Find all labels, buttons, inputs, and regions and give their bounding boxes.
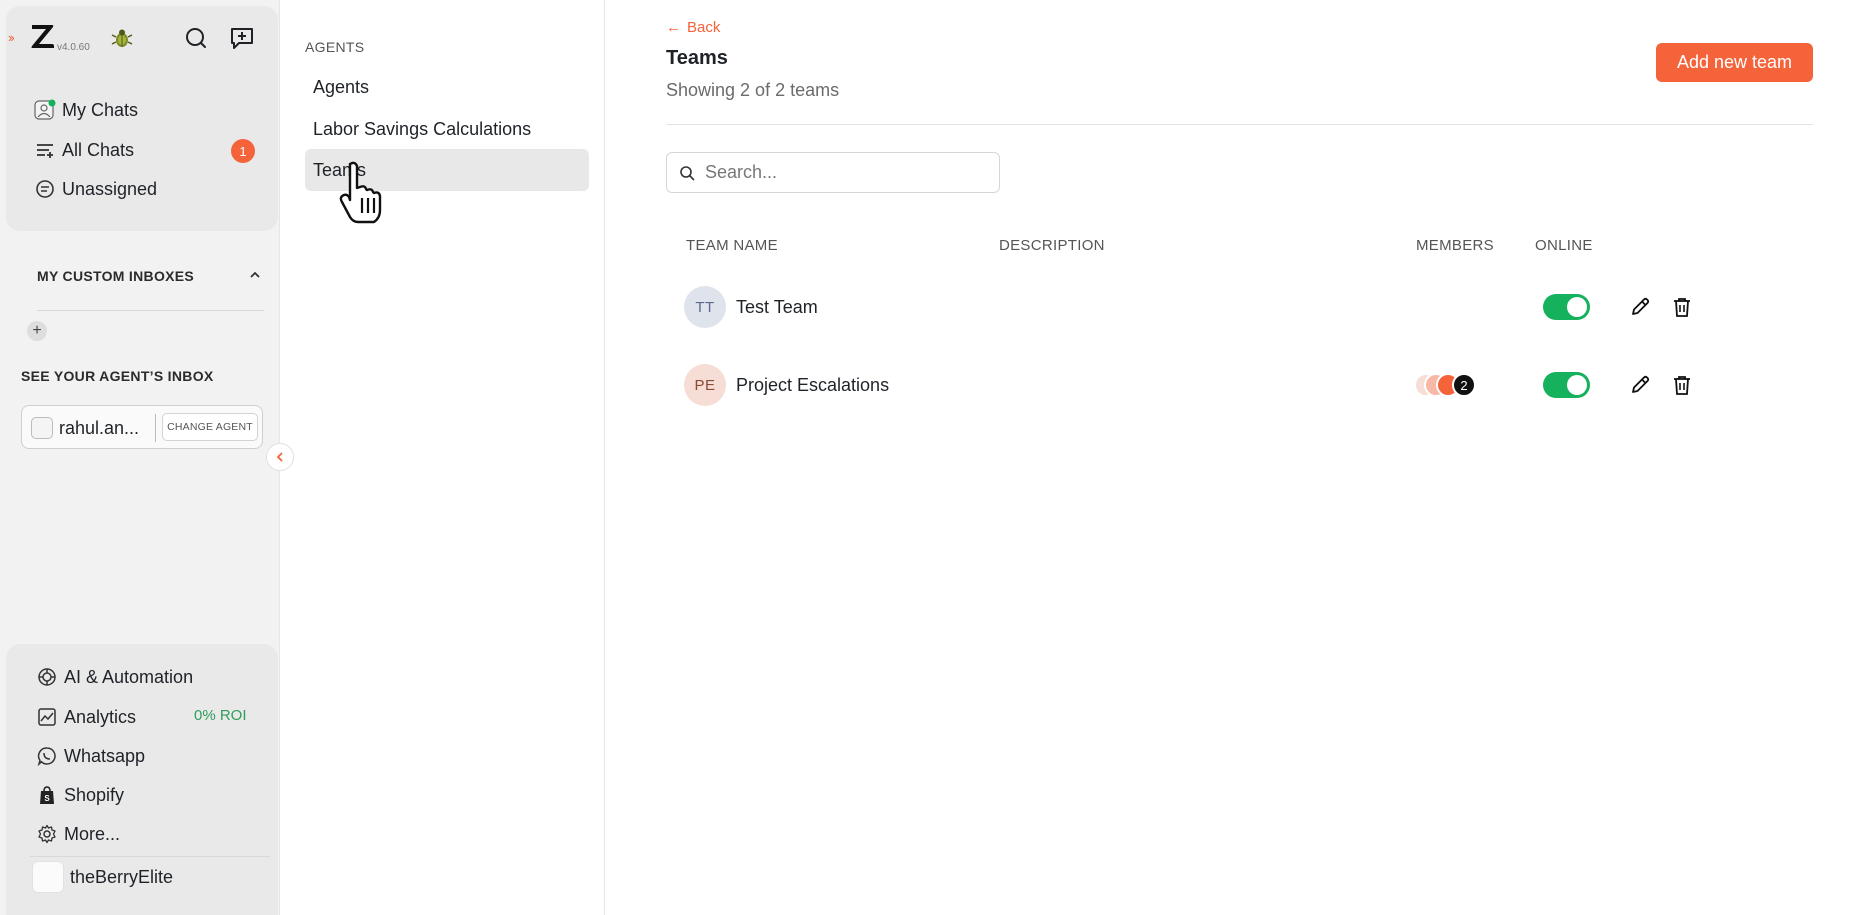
edit-pencil-icon[interactable] (1627, 294, 1653, 320)
online-toggle[interactable] (1543, 294, 1590, 320)
online-toggle[interactable] (1543, 372, 1590, 398)
add-inbox-button[interactable]: + (27, 321, 47, 341)
edit-pencil-icon[interactable] (1627, 372, 1653, 398)
change-agent-button[interactable]: CHANGE AGENT (162, 413, 258, 441)
app-version: v4.0.60 (57, 42, 90, 53)
members-count-badge: 2 (1452, 373, 1476, 397)
back-link[interactable]: ← Back (666, 19, 720, 36)
column-header-online: ONLINE (1535, 237, 1593, 254)
agent-name: rahul.an... (59, 418, 140, 438)
page-title: Teams (666, 47, 728, 69)
team-name: Project Escalations (736, 375, 890, 395)
arrow-left-icon: ← (666, 19, 681, 36)
sidebar-item-label: Shopify (64, 784, 125, 805)
chat-bubble-icon (34, 178, 56, 200)
team-name: Test Team (736, 297, 818, 317)
unread-count-badge: 1 (231, 139, 255, 163)
sidebar: ›› v4.0.60 My Chats All Chats 1 Unassign… (0, 0, 280, 915)
teams-page: ← Back Teams Showing 2 of 2 teams Add ne… (606, 0, 1875, 915)
toggle-knob (1567, 297, 1587, 317)
sidebar-item-label: Unassigned (62, 178, 158, 199)
sidebar-item-more[interactable]: More... (36, 821, 120, 847)
add-new-team-button[interactable]: Add new team (1656, 43, 1813, 82)
sidebar-item-analytics[interactable]: Analytics (36, 704, 136, 730)
collapse-sidebar-button[interactable] (266, 443, 294, 471)
teams-count-text: Showing 2 of 2 teams (666, 80, 840, 100)
agent-avatar (31, 417, 53, 439)
sidebar-item-all-chats[interactable]: All Chats (34, 136, 134, 164)
submenu-heading: AGENTS (305, 39, 365, 55)
search-field[interactable] (666, 152, 1000, 193)
divider (155, 414, 156, 442)
expand-sidebar-icon[interactable]: ›› (8, 30, 15, 45)
agent-selector: rahul.an... CHANGE AGENT (21, 405, 263, 449)
divider (666, 124, 1813, 125)
team-members-stack[interactable]: 2 (1414, 373, 1484, 397)
sidebar-item-my-chats[interactable]: My Chats (34, 96, 138, 124)
back-label: Back (687, 19, 721, 36)
sidebar-item-shopify[interactable]: S Shopify (36, 782, 124, 808)
org-logo (32, 861, 64, 893)
hand-cursor-icon (339, 161, 382, 224)
filter-list-icon (34, 139, 56, 161)
gear-icon (36, 823, 58, 845)
submenu-item-label: Labor Savings Calculations (313, 118, 532, 139)
search-icon[interactable] (182, 24, 210, 52)
shopify-bag-icon: S (36, 784, 58, 806)
delete-trash-icon[interactable] (1669, 294, 1695, 320)
column-header-description: DESCRIPTION (999, 237, 1105, 254)
sidebar-item-label: All Chats (62, 139, 135, 160)
submenu-item-agents[interactable]: Agents (305, 66, 589, 108)
new-chat-icon[interactable] (228, 24, 256, 52)
chevron-left-icon (276, 452, 283, 462)
team-avatar: TT (684, 286, 726, 328)
team-avatar: PE (684, 364, 726, 406)
agent-inbox-heading: SEE YOUR AGENT’S INBOX (21, 368, 214, 384)
sidebar-item-whatsapp[interactable]: Whatsapp (36, 743, 145, 769)
ai-sparkle-icon (36, 666, 58, 688)
column-header-team-name: TEAM NAME (686, 237, 778, 254)
search-icon (680, 165, 695, 180)
column-header-members: MEMBERS (1416, 237, 1494, 254)
whatsapp-icon (36, 745, 58, 767)
bug-report-icon[interactable] (110, 26, 134, 50)
divider (37, 310, 264, 311)
sidebar-item-ai-automation[interactable]: AI & Automation (36, 664, 193, 690)
roi-indicator: 0% ROI (194, 707, 247, 724)
toggle-knob (1567, 375, 1587, 395)
sidebar-item-label: Analytics (64, 706, 137, 727)
analytics-chart-icon (36, 706, 58, 728)
submenu-item-label: Agents (313, 76, 370, 97)
sidebar-item-label: Whatsapp (64, 745, 146, 766)
app-logo[interactable] (30, 22, 56, 50)
sidebar-item-label: AI & Automation (64, 666, 194, 687)
sidebar-item-label: My Chats (62, 99, 139, 120)
chevron-up-icon[interactable] (246, 266, 264, 284)
divider (30, 856, 270, 857)
org-switcher[interactable]: theBerryElite (32, 861, 173, 893)
search-input[interactable] (705, 162, 985, 183)
settings-submenu: AGENTS Agents Labor Savings Calculations… (281, 0, 605, 915)
agent-avatar-icon (34, 99, 56, 121)
org-name: theBerryElite (70, 866, 174, 887)
svg-text:S: S (44, 794, 50, 803)
submenu-item-labor-savings[interactable]: Labor Savings Calculations (305, 108, 589, 150)
custom-inboxes-heading: MY CUSTOM INBOXES (37, 268, 195, 284)
sidebar-item-unassigned[interactable]: Unassigned (34, 175, 157, 203)
sidebar-item-label: More... (64, 823, 121, 844)
delete-trash-icon[interactable] (1669, 372, 1695, 398)
